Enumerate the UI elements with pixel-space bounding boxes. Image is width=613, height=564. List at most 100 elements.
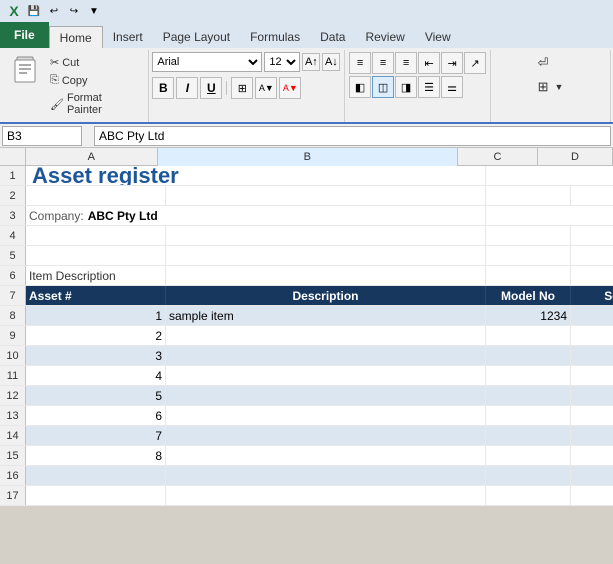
cell[interactable]: 4: [26, 366, 166, 385]
cell[interactable]: [486, 266, 571, 285]
align-right-button[interactable]: ◨: [395, 76, 417, 98]
cell[interactable]: [166, 326, 486, 345]
cell[interactable]: [166, 266, 486, 285]
cell[interactable]: 6: [26, 406, 166, 425]
cell[interactable]: [166, 246, 486, 265]
cell[interactable]: [26, 186, 166, 205]
cell[interactable]: [571, 406, 613, 425]
cell[interactable]: [571, 486, 613, 505]
cell[interactable]: Model No: [486, 286, 571, 305]
col-header-c[interactable]: C: [458, 148, 538, 166]
font-color-button[interactable]: A▼: [279, 77, 301, 99]
cell[interactable]: [486, 346, 571, 365]
format-painter-button[interactable]: 🖌 Format Painter: [46, 90, 144, 118]
cell[interactable]: [166, 346, 486, 365]
cell[interactable]: [26, 246, 166, 265]
undo-button[interactable]: ↩: [46, 3, 62, 19]
cell[interactable]: 7: [26, 426, 166, 445]
cell[interactable]: [571, 466, 613, 485]
cell[interactable]: 5: [26, 386, 166, 405]
cell[interactable]: 8: [26, 446, 166, 465]
close-button[interactable]: [591, 3, 607, 19]
cell[interactable]: [486, 226, 571, 245]
cell[interactable]: [486, 326, 571, 345]
align-top-left-button[interactable]: ≡: [349, 52, 371, 74]
cut-button[interactable]: ✂ Cut: [46, 54, 144, 71]
cell[interactable]: [166, 226, 486, 245]
merge-center-dropdown-icon[interactable]: ▼: [554, 82, 563, 92]
bold-button[interactable]: B: [152, 77, 174, 99]
merge-center-button[interactable]: ⊞ ▼: [533, 76, 569, 98]
cell[interactable]: [166, 426, 486, 445]
col-header-a[interactable]: A: [26, 148, 158, 166]
font-name-select[interactable]: Arial: [152, 52, 262, 72]
tab-review[interactable]: Review: [355, 26, 414, 48]
cell[interactable]: [571, 426, 613, 445]
redo-button[interactable]: ↪: [66, 3, 82, 19]
cell[interactable]: Item Description: [26, 266, 166, 285]
cell[interactable]: sample item: [166, 306, 486, 325]
indent-increase-button[interactable]: ⇥: [441, 52, 463, 74]
cell[interactable]: 1: [26, 306, 166, 325]
cell[interactable]: [571, 366, 613, 385]
cell[interactable]: Company:ABC Pty Ltd: [26, 206, 486, 225]
maximize-button[interactable]: [571, 3, 587, 19]
cell[interactable]: [166, 186, 486, 205]
italic-button[interactable]: I: [176, 77, 198, 99]
cell[interactable]: [486, 386, 571, 405]
cell[interactable]: [571, 326, 613, 345]
align-top-center-button[interactable]: ≡: [372, 52, 394, 74]
wrap-text-button[interactable]: ⏎: [533, 52, 557, 74]
cell[interactable]: [571, 246, 613, 265]
align-left-button[interactable]: ◧: [349, 76, 371, 98]
cell[interactable]: Serial #: [571, 286, 613, 305]
cell[interactable]: Description: [166, 286, 486, 305]
customize-quick-access-button[interactable]: ▼: [86, 3, 102, 19]
cell[interactable]: [571, 346, 613, 365]
cell[interactable]: 1234: [486, 306, 571, 325]
cell[interactable]: [486, 486, 571, 505]
cell-reference-input[interactable]: [2, 126, 82, 146]
cell[interactable]: [571, 226, 613, 245]
cell[interactable]: 2: [26, 326, 166, 345]
cell[interactable]: [486, 246, 571, 265]
cell[interactable]: [571, 266, 613, 285]
underline-button[interactable]: U: [200, 77, 222, 99]
border-button[interactable]: ⊞: [231, 77, 253, 99]
cell[interactable]: 3: [26, 346, 166, 365]
cell[interactable]: [166, 486, 486, 505]
tab-data[interactable]: Data: [310, 26, 355, 48]
tab-page-layout[interactable]: Page Layout: [153, 26, 240, 48]
col-header-d[interactable]: D: [538, 148, 613, 166]
text-orient-button[interactable]: ↗: [464, 52, 486, 74]
tab-formulas[interactable]: Formulas: [240, 26, 310, 48]
minimize-button[interactable]: [551, 3, 567, 19]
copy-button[interactable]: ⎘ Copy: [46, 72, 144, 89]
font-increase-button[interactable]: A↑: [302, 53, 320, 71]
align-top-right-button[interactable]: ≡: [395, 52, 417, 74]
save-button[interactable]: 💾: [26, 3, 42, 19]
cell[interactable]: [486, 406, 571, 425]
cell[interactable]: [26, 226, 166, 245]
cell[interactable]: [166, 386, 486, 405]
cell[interactable]: [571, 386, 613, 405]
cell[interactable]: [486, 466, 571, 485]
cell[interactable]: [571, 186, 613, 205]
tab-view[interactable]: View: [415, 26, 461, 48]
cell[interactable]: [486, 186, 571, 205]
cell[interactable]: [166, 406, 486, 425]
cell[interactable]: [166, 446, 486, 465]
cell[interactable]: Asset #: [26, 286, 166, 305]
tab-home[interactable]: Home: [49, 26, 103, 48]
cell[interactable]: [26, 486, 166, 505]
cell[interactable]: Asset register: [26, 166, 486, 185]
indent-decrease-button[interactable]: ⇤: [418, 52, 440, 74]
col-header-b[interactable]: B: [158, 148, 458, 166]
tab-insert[interactable]: Insert: [103, 26, 153, 48]
cell[interactable]: [486, 446, 571, 465]
font-decrease-button[interactable]: A↓: [322, 53, 340, 71]
cell[interactable]: 324: [571, 306, 613, 325]
tab-file[interactable]: File: [0, 22, 49, 48]
cell[interactable]: [26, 466, 166, 485]
align-center-button[interactable]: ◫: [372, 76, 394, 98]
